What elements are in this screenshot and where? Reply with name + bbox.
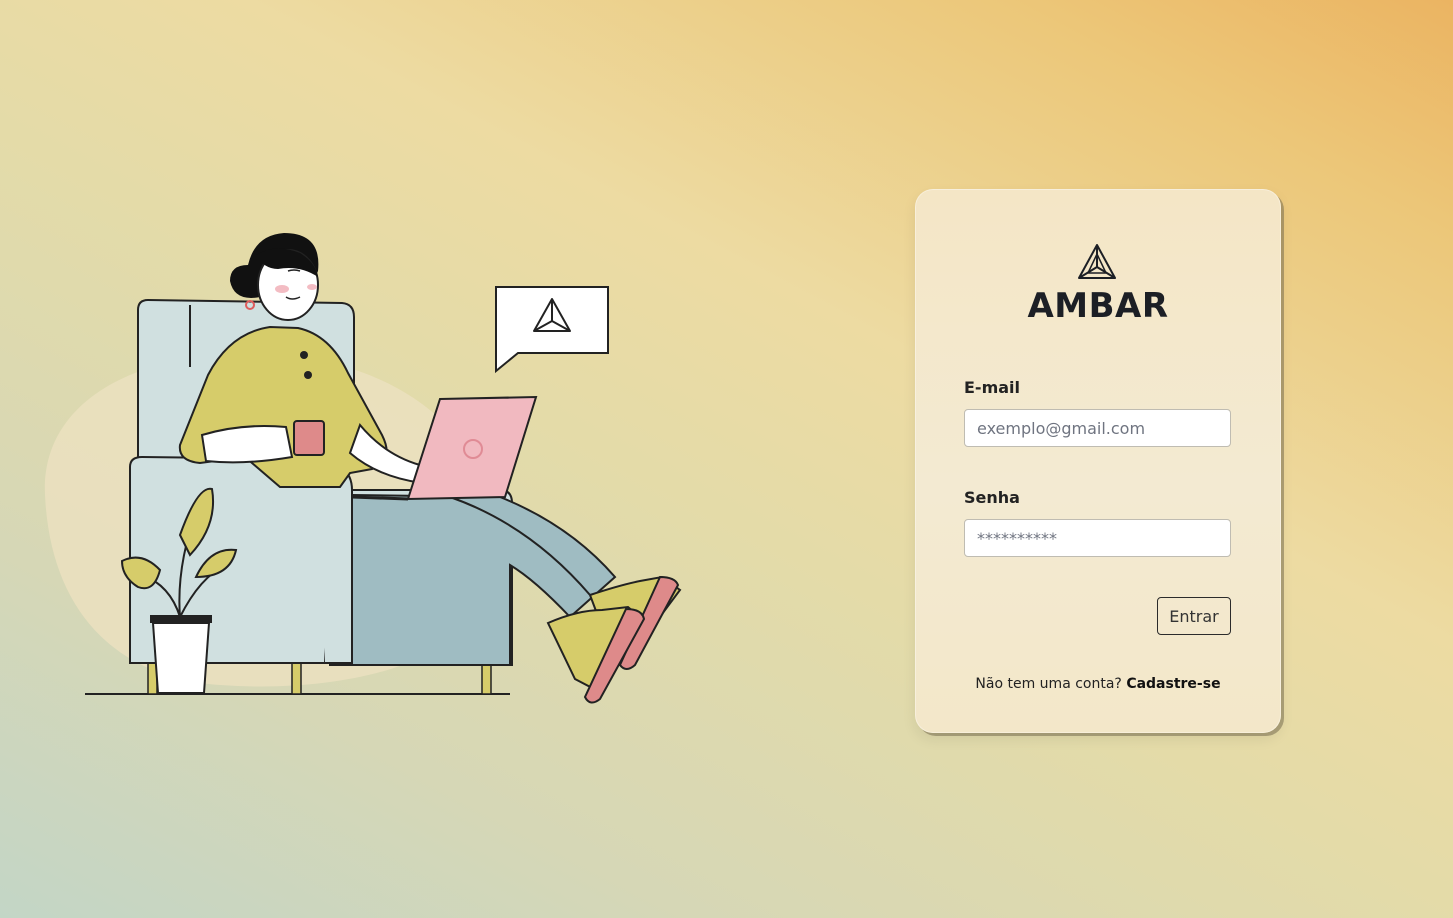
brand-title: AMBAR (1027, 286, 1169, 326)
email-input[interactable] (964, 409, 1231, 447)
login-card: AMBAR E-mail Senha Entrar Não tem uma co… (915, 189, 1281, 733)
password-input[interactable] (964, 519, 1231, 557)
signup-link[interactable]: Cadastre-se (1126, 676, 1220, 692)
hero-illustration (30, 225, 700, 715)
signup-prompt: Não tem uma conta? Cadastre-se (916, 676, 1280, 692)
password-label: Senha (964, 488, 1020, 507)
triangle-logo-icon (1078, 244, 1116, 279)
woman-with-laptop-illustration (44, 233, 682, 704)
signup-prompt-text: Não tem uma conta? (975, 676, 1122, 692)
mug (293, 420, 325, 456)
login-button[interactable]: Entrar (1157, 597, 1231, 635)
plant-pot (151, 622, 211, 694)
arm (200, 425, 294, 464)
email-label: E-mail (964, 378, 1021, 397)
